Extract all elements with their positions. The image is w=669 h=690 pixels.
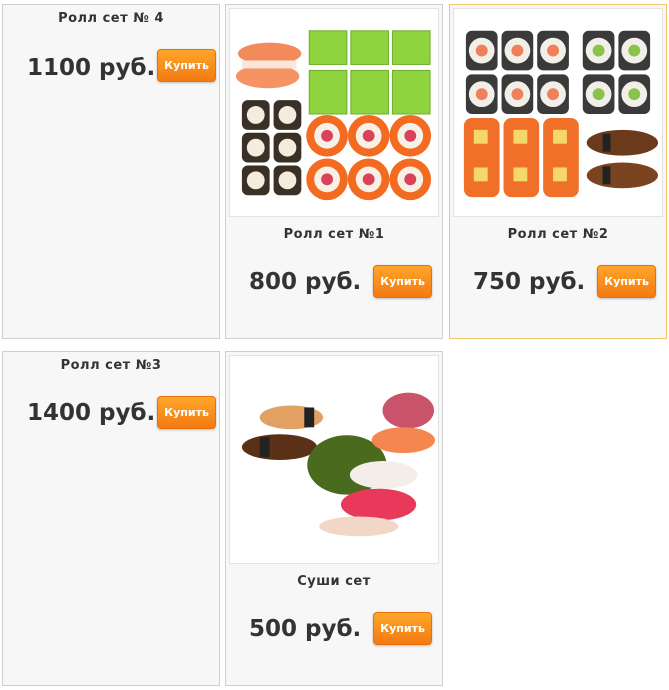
roll-set-2-illustration bbox=[463, 30, 659, 198]
sushi-set-image[interactable] bbox=[229, 355, 439, 564]
product-price: 1100 руб. bbox=[27, 55, 156, 81]
product-card-roll-set-1[interactable]: Ролл сет №1 800 руб. Купить bbox=[225, 4, 443, 339]
product-title: Ролл сет №3 bbox=[60, 358, 162, 373]
sushi-set-illustration bbox=[241, 392, 436, 537]
product-price: 500 руб. bbox=[249, 616, 362, 642]
roll-set-1-image[interactable] bbox=[229, 8, 439, 217]
product-price: 1400 руб. bbox=[27, 400, 156, 426]
product-title: Ролл сет №2 bbox=[507, 227, 609, 242]
product-price: 800 руб. bbox=[249, 269, 362, 295]
product-card-roll-set-3[interactable]: Ролл сет №3 1400 руб. Купить bbox=[2, 351, 220, 686]
roll-set-1-illustration bbox=[235, 30, 432, 201]
product-title: Суши сет bbox=[297, 574, 371, 589]
product-price: 750 руб. bbox=[473, 269, 586, 295]
product-title: Ролл сет №1 bbox=[283, 227, 385, 242]
buy-button[interactable]: Купить bbox=[373, 612, 432, 645]
product-title: Ролл сет № 4 bbox=[58, 11, 164, 26]
buy-button[interactable]: Купить bbox=[157, 396, 216, 429]
product-card-roll-set-2[interactable]: Ролл сет №2 750 руб. Купить bbox=[449, 4, 667, 339]
roll-set-2-image[interactable] bbox=[453, 8, 663, 217]
buy-button[interactable]: Купить bbox=[157, 49, 216, 82]
buy-button[interactable]: Купить bbox=[373, 265, 432, 298]
buy-button[interactable]: Купить bbox=[597, 265, 656, 298]
product-card-roll-set-4[interactable]: Ролл сет № 4 1100 руб. Купить bbox=[2, 4, 220, 339]
product-card-sushi-set[interactable]: Суши сет 500 руб. Купить bbox=[225, 351, 443, 686]
